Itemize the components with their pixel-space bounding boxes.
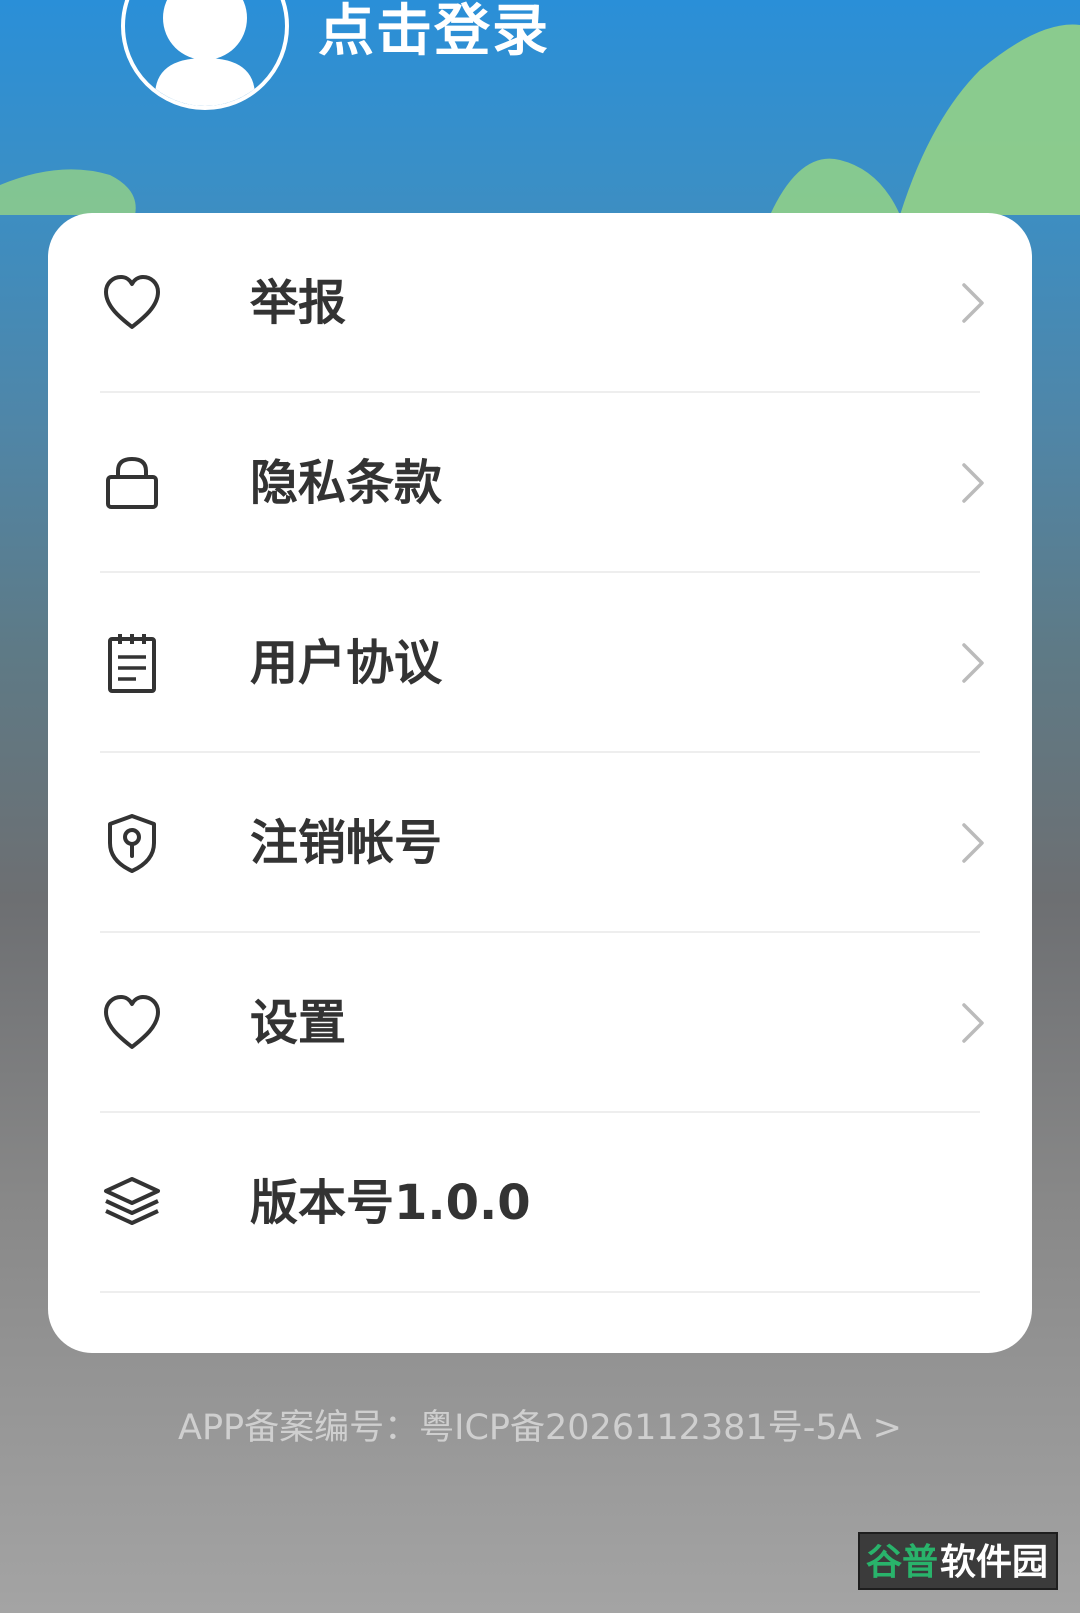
layers-icon — [104, 1177, 160, 1225]
menu-item-settings[interactable]: 设置 — [100, 933, 984, 1113]
menu-item-version: 版本号1.0.0 — [100, 1113, 980, 1293]
chevron-right-icon — [962, 1003, 984, 1043]
heart-icon — [104, 275, 160, 329]
version-label: 版本号1.0.0 — [250, 1175, 531, 1231]
login-link[interactable]: 点击登录 — [318, 0, 550, 64]
menu-item-report[interactable]: 举报 — [100, 213, 984, 393]
avatar[interactable] — [121, 0, 289, 110]
menu-item-label: 设置 — [250, 995, 347, 1051]
shield-keyhole-icon — [108, 814, 156, 873]
chevron-right-icon — [962, 463, 984, 503]
menu-item-label: 隐私条款 — [250, 455, 443, 511]
heart-icon — [104, 995, 160, 1049]
menu-item-label: 举报 — [250, 275, 347, 331]
menu-item-delete-account[interactable]: 注销帐号 — [100, 753, 984, 933]
lock-icon — [106, 456, 158, 509]
menu-item-label: 注销帐号 — [250, 815, 443, 871]
menu-card: 举报 隐私条款 用户协议 注销帐号 设置 版本号1.0.0 — [48, 213, 1032, 1353]
menu-item-privacy[interactable]: 隐私条款 — [100, 393, 984, 573]
chevron-right-icon — [962, 283, 984, 323]
user-icon — [155, 0, 255, 106]
menu-item-user-agreement[interactable]: 用户协议 — [100, 573, 984, 753]
menu-item-label: 用户协议 — [250, 635, 443, 691]
watermark-logo: 谷普 软件园 — [858, 1532, 1058, 1590]
chevron-right-icon — [962, 643, 984, 683]
icp-record-link[interactable]: APP备案编号：粤ICP备2026112381号-5A > — [0, 1400, 1080, 1456]
notepad-icon — [108, 634, 156, 693]
svg-text:谷普: 谷普 — [866, 1542, 938, 1583]
svg-text:软件园: 软件园 — [940, 1542, 1048, 1583]
chevron-right-icon — [962, 823, 984, 863]
watermark-logo-icon: 谷普 软件园 — [866, 1542, 1048, 1583]
profile-header: 点击登录 — [0, 0, 1080, 210]
